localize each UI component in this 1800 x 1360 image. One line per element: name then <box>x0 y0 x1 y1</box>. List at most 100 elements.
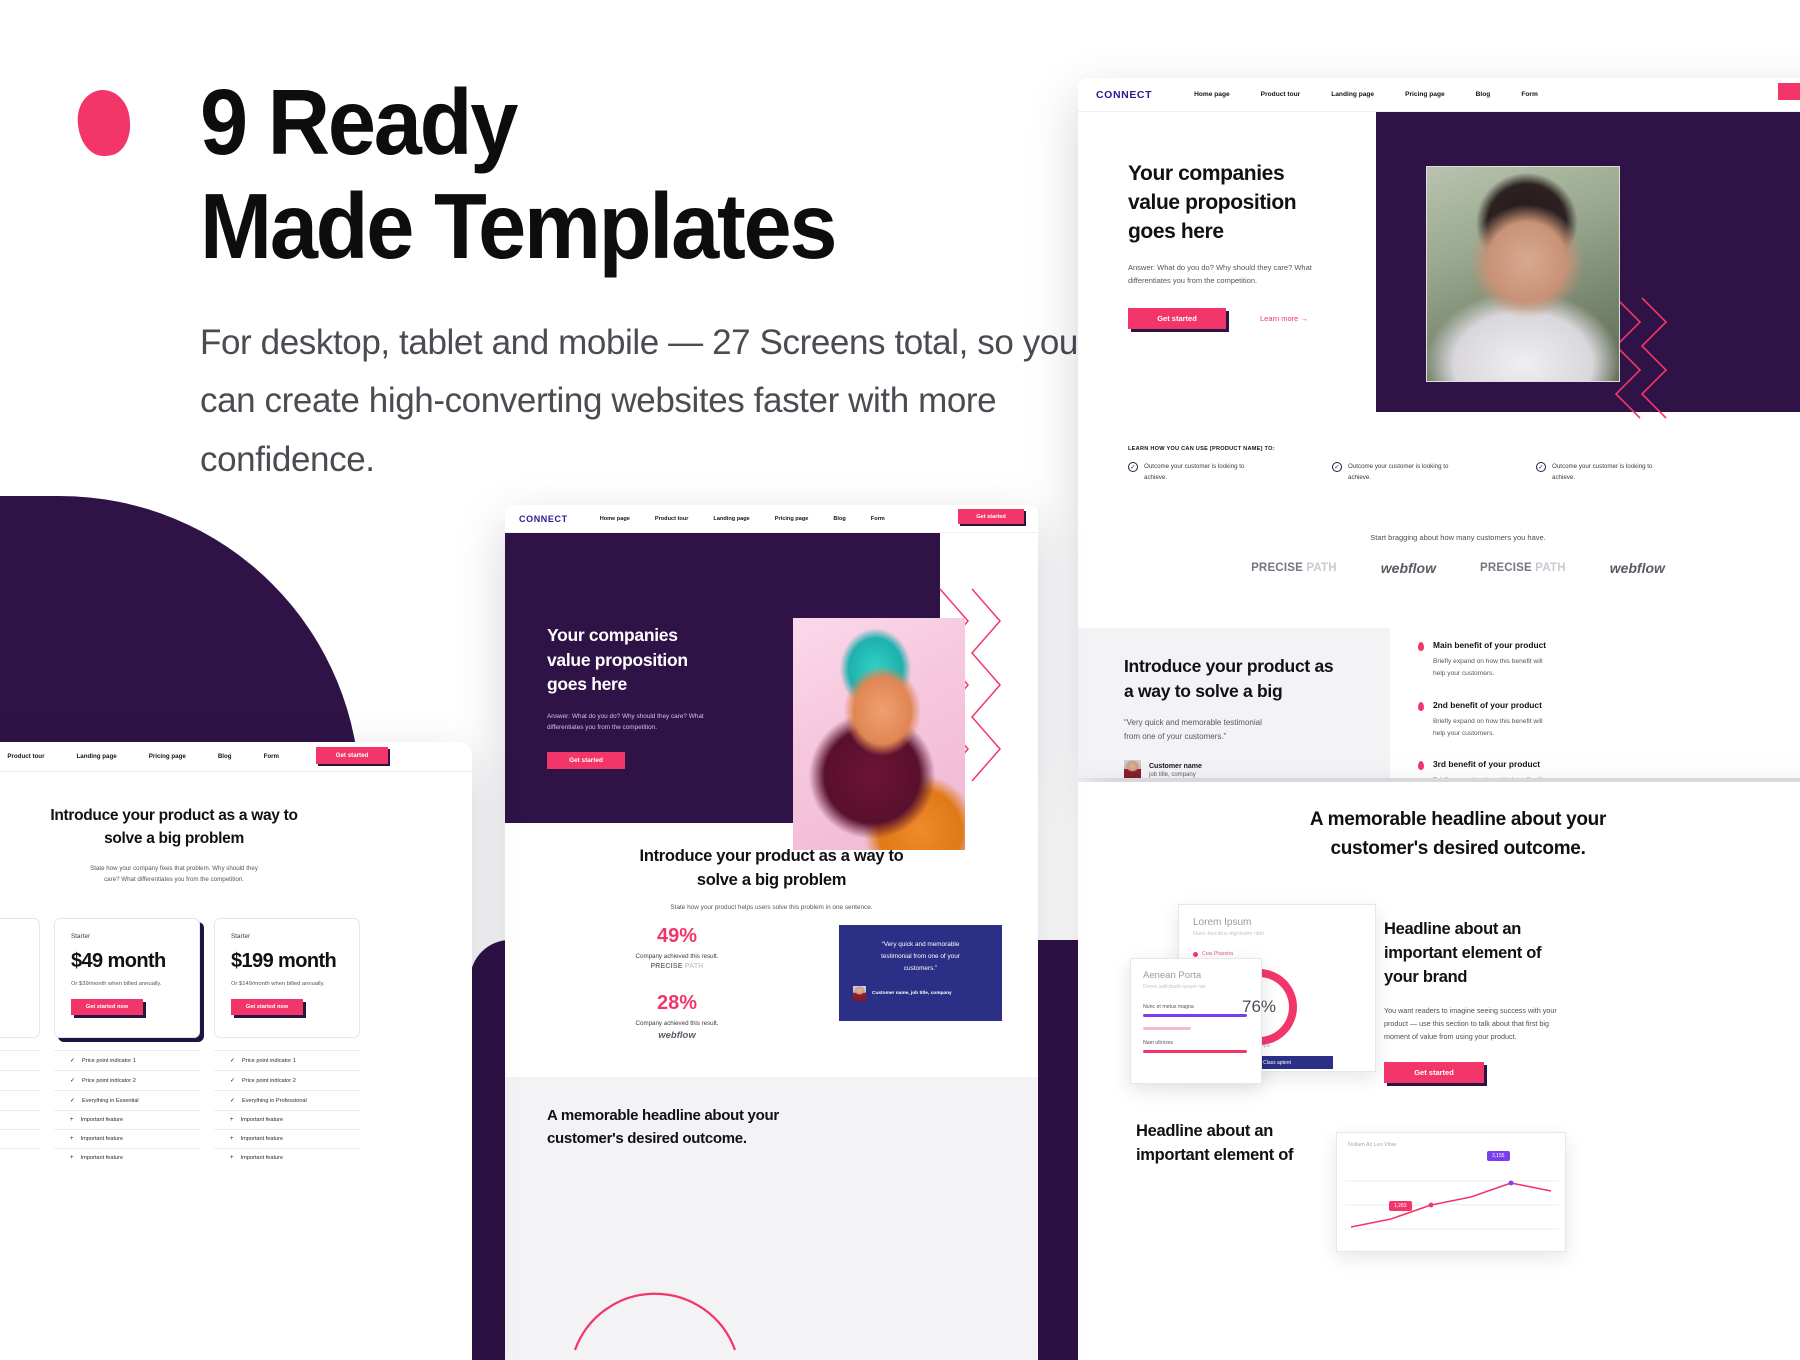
nav-link-pricing-page[interactable]: Pricing page <box>775 516 809 522</box>
benefit-body-line-1: Briefly expand on how this benefit will <box>1433 775 1543 778</box>
check-icon: ✓ <box>230 1058 236 1064</box>
feature-row: + Important feature <box>54 1129 200 1148</box>
introduce-copy: Introduce your product as a way to solve… <box>1124 654 1374 778</box>
feature-label: Everything in Essential <box>82 1097 139 1104</box>
plan-cta-button[interactable]: Get started now <box>231 999 303 1015</box>
pricing-sub-line-2: care? What differentiates you from the c… <box>104 875 244 883</box>
hero-body-text: Answer: What do you do? Why should they … <box>1128 262 1312 286</box>
stat-logo-webflow: webflow <box>658 1030 696 1041</box>
logo-precise-path: PRECISE PATH <box>1251 562 1337 574</box>
feature-row: ✓ Everything in Essential <box>54 1090 200 1110</box>
feature-row: ✓Price point indicator 3 <box>0 1090 40 1110</box>
outcomes-list: ✓ Outcome your customer is looking to ac… <box>1128 462 1800 484</box>
card-front-metric-1: Nunc et metus magna <box>1143 1004 1249 1017</box>
nav-link-home-page[interactable]: Home page <box>1194 91 1230 98</box>
metric-label: Nam ultricies <box>1143 1039 1173 1046</box>
nav-link-pricing-page[interactable]: Pricing page <box>149 753 186 760</box>
plus-icon: + <box>70 1136 74 1142</box>
nav-link-landing-page[interactable]: Landing page <box>76 753 116 760</box>
logo-precise-path: PRECISE PATH <box>1480 562 1566 574</box>
brand-get-started-button[interactable]: Get started <box>1384 1061 1484 1083</box>
pricing-card: EE c service at no additional cost. star… <box>0 918 40 1038</box>
center-hero-get-started-button[interactable]: Get started <box>547 752 625 770</box>
introduce-headline-line-1: Introduce your product as <box>1124 656 1334 676</box>
check-icon: ✓ <box>70 1078 76 1084</box>
nav-link-product-tour[interactable]: Product tour <box>1261 91 1301 98</box>
card-back-subtitle: Nunc faucibus dignissim nibh <box>1193 931 1265 937</box>
center-hero-headline-line-1: Your companies <box>547 625 678 645</box>
nav-link-blog[interactable]: Blog <box>218 753 232 760</box>
nav-link-form[interactable]: Form <box>871 516 885 522</box>
logo-webflow: webflow <box>1609 560 1665 576</box>
feature-label: Important feature <box>80 1136 124 1142</box>
center-hero-photo <box>793 618 965 850</box>
stat-value: 49% <box>656 925 698 947</box>
card-front-subtitle: Donec sollicitudin ipsum nisi <box>1143 984 1206 990</box>
nav-link-product-tour[interactable]: Product tour <box>7 753 44 760</box>
logo-precise-strong: PRECISE <box>650 963 683 970</box>
outcomes-label: LEARN HOW YOU CAN USE [PRODUCT NAME] TO: <box>1128 446 1275 452</box>
center-memorable-strip: A memorable headline about your customer… <box>505 1077 1038 1360</box>
benefit-body-line-1: Briefly expand on how this benefit will <box>1433 658 1543 665</box>
pricing-headline-block: Introduce your product as a way to solve… <box>0 804 472 885</box>
outcome-item: ✓ Outcome your customer is looking to ac… <box>1536 462 1666 484</box>
plan-note: Or $149/month when billed annually. <box>231 981 325 987</box>
chart-label-low: 1,283 <box>1389 1201 1412 1211</box>
check-icon: ✓ <box>1332 462 1342 472</box>
navbar-get-started-button[interactable]: Get started <box>1778 83 1800 100</box>
hero-headline-line-3: goes here <box>1128 219 1224 243</box>
nav-link-form[interactable]: Form <box>264 753 279 760</box>
introduce-section: Introduce your product as a way to solve… <box>1078 628 1800 778</box>
nav-link-home-page[interactable]: Home page <box>600 516 630 522</box>
feature-row: +Important feature <box>0 1110 40 1129</box>
navbar-get-started-button[interactable]: Get started <box>316 747 388 764</box>
nav-link-blog[interactable]: Blog <box>833 516 845 522</box>
page-title-line-2: Made Templates <box>200 174 837 279</box>
plus-icon: + <box>230 1136 234 1142</box>
outcome-item: ✓ Outcome your customer is looking to ac… <box>1332 462 1462 484</box>
outcomes-block: LEARN HOW YOU CAN USE [PRODUCT NAME] TO:… <box>1128 446 1800 484</box>
plus-icon: + <box>230 1155 234 1161</box>
stat-caption: Company achieved this result. <box>635 1020 719 1027</box>
stat-caption: Company achieved this result. <box>635 953 719 960</box>
metric-label: Nunc et metus magna <box>1143 1004 1194 1010</box>
nav-link-landing-page[interactable]: Landing page <box>1331 91 1374 98</box>
brand-logo: CONNECT <box>519 513 568 524</box>
hero-text-block: 9 Ready Made Templates For desktop, tabl… <box>74 70 1078 489</box>
check-icon: ✓ <box>1128 462 1138 472</box>
mockup-desktop-pricing: Home page Product tour Landing page Pric… <box>0 742 472 1360</box>
nav-link-product-tour[interactable]: Product tour <box>655 516 689 522</box>
feature-row: +Important feature <box>54 1110 200 1129</box>
nav-link-landing-page[interactable]: Landing page <box>713 516 749 522</box>
center-memorable-line-1: A memorable headline about your <box>547 1107 779 1124</box>
nav-link-pricing-page[interactable]: Pricing page <box>1405 91 1445 98</box>
navbar-get-started-button[interactable]: Get started <box>958 509 1024 524</box>
brand-dot-icon <box>74 87 134 159</box>
card-back-title: Lorem Ipsum <box>1193 917 1252 928</box>
center-testimonial-card: “Very quick and memorable testimonial fr… <box>839 925 1002 1021</box>
center-intro-headline-line-2: solve a big problem <box>696 870 847 889</box>
feature-column: ✓Price point indicator 1 ✓Price point in… <box>0 1050 40 1167</box>
hero-learn-more-link[interactable]: Learn more → <box>1260 314 1308 323</box>
hero-photo <box>1426 166 1620 382</box>
progress-bar-purple <box>1143 1014 1247 1017</box>
page-title-line-1: 9 Ready <box>200 70 518 174</box>
plan-price: EE <box>0 943 23 966</box>
plan-cta-button[interactable]: Get started now <box>71 999 143 1015</box>
nav-link-form[interactable]: Form <box>1521 91 1537 98</box>
nav-link-blog[interactable]: Blog <box>1476 91 1491 98</box>
stat-logo-precise-path: PRECISE PATH <box>541 963 813 970</box>
feature-label: Important feature <box>240 1155 284 1161</box>
page-subtitle: For desktop, tablet and mobile — 27 Scre… <box>200 323 1078 479</box>
brand-body-line-3: moment of value from using your product. <box>1384 1032 1517 1042</box>
logo-precise-light: PATH <box>1306 562 1337 574</box>
mockup-center-navbar: CONNECT Home page Product tour Landing p… <box>505 505 1038 533</box>
outcome-text: Outcome your customer is looking to achi… <box>1144 463 1245 481</box>
mockup-desktop-center: CONNECT Home page Product tour Landing p… <box>505 505 1038 1360</box>
center-memorable-line-2: customer's desired outcome. <box>547 1129 747 1147</box>
check-icon: ✓ <box>230 1098 236 1104</box>
hero-get-started-button[interactable]: Get started <box>1128 307 1226 329</box>
logo-precise-light: PATH <box>684 963 704 970</box>
check-icon: ✓ <box>70 1098 76 1104</box>
card-back-legend: Cras Pharetra <box>1193 951 1361 957</box>
